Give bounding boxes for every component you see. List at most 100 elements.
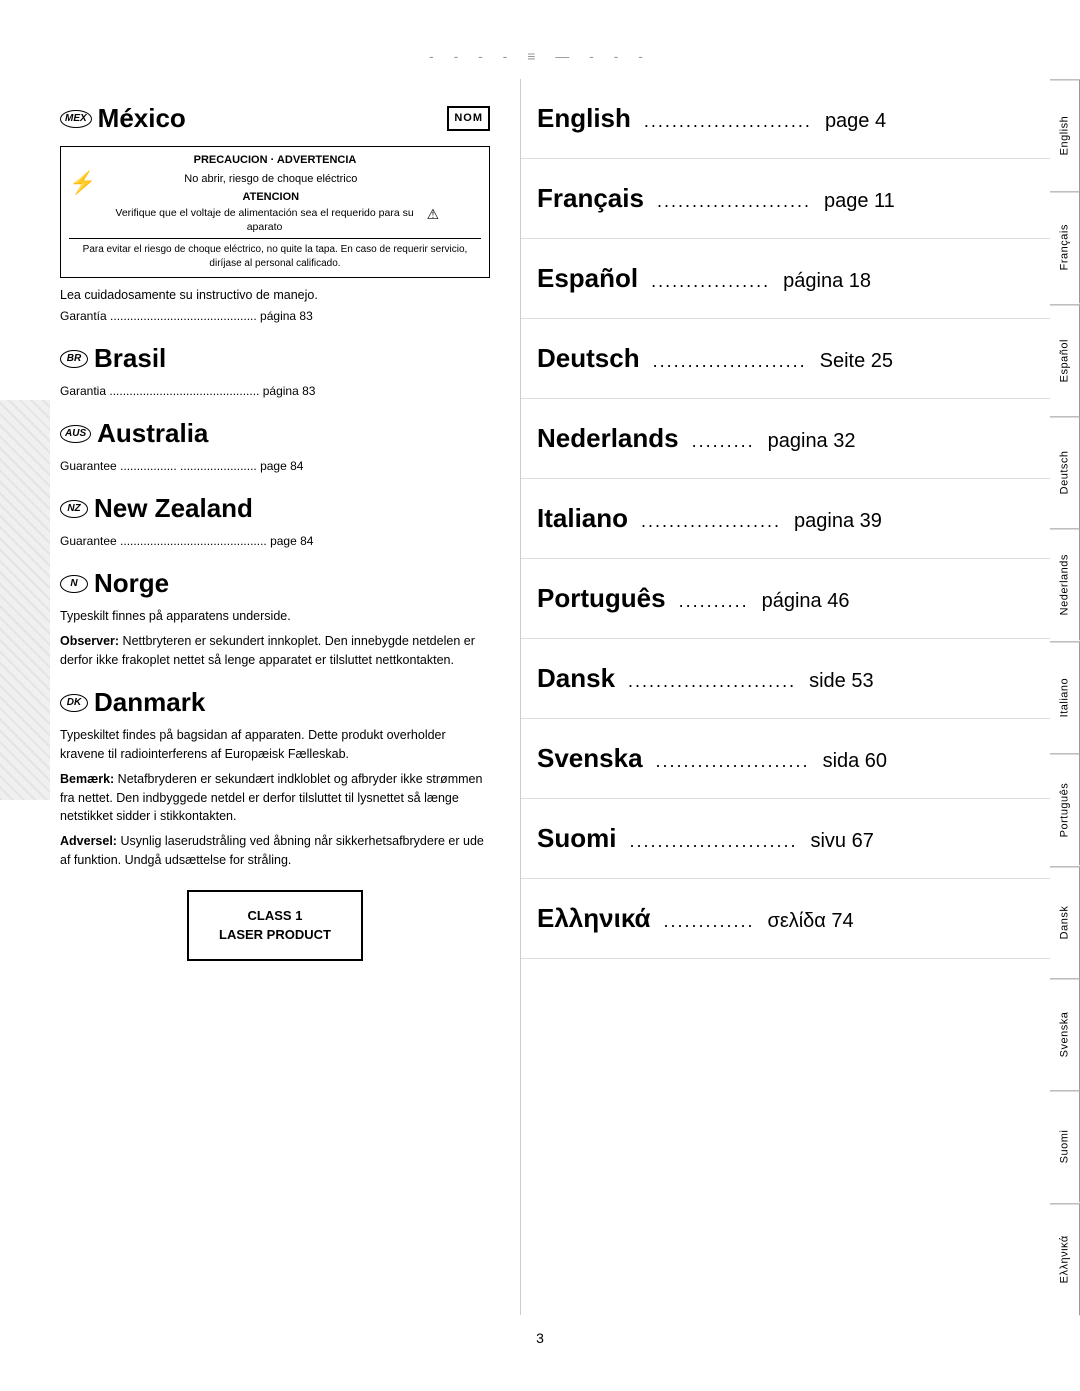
- lang-item: Ελληνικά ............. σελίδα 74: [521, 879, 1050, 959]
- lang-dots: ........................: [637, 111, 819, 131]
- lang-tab: Français: [1050, 191, 1080, 303]
- lang-name: Português: [537, 583, 666, 613]
- adversel-text: Usynlig laserudstråling ved åbning når s…: [60, 834, 484, 867]
- lang-item: Dansk ........................ side 53: [521, 639, 1050, 719]
- norge-header: N Norge: [60, 564, 490, 603]
- bemaerk-label: Bemærk:: [60, 772, 114, 786]
- nz-guarantee: Guarantee ..............................…: [60, 532, 490, 550]
- nz-badge: NZ: [60, 500, 88, 518]
- atencion-text: ATENCION: [102, 190, 439, 204]
- lang-name: Svenska: [537, 743, 643, 773]
- nz-header: NZ New Zealand: [60, 489, 490, 528]
- content-area: MEX México NOM PRECAUCION · ADVERTENCIA …: [0, 79, 1080, 1315]
- lang-dots: ..........: [672, 591, 756, 611]
- para-evitar-text: Para evitar el riesgo de choque eléctric…: [69, 238, 481, 271]
- no-abrir-text: No abrir, riesgo de choque eléctrico: [102, 172, 439, 186]
- lang-name: Italiano: [537, 503, 628, 533]
- laser-box: CLASS 1 LASER PRODUCT: [187, 890, 363, 961]
- lang-tab: Nederlands: [1050, 528, 1080, 640]
- precaucion-text: PRECAUCION · ADVERTENCIA: [69, 153, 481, 168]
- left-column: MEX México NOM PRECAUCION · ADVERTENCIA …: [0, 79, 520, 1315]
- lang-page: side 53: [809, 670, 874, 692]
- lang-page: page 11: [824, 190, 895, 212]
- australia-guarantee: Guarantee ................. ............…: [60, 457, 490, 475]
- top-decoration: - - - - ≡ — - - -: [0, 40, 1080, 79]
- lang-page: page 4: [825, 110, 886, 132]
- lang-tab: Dansk: [1050, 866, 1080, 978]
- lang-item: Español ................. página 18: [521, 239, 1050, 319]
- lang-dots: .............: [656, 911, 761, 931]
- lang-item-content: Dansk ........................ side 53: [537, 663, 1034, 694]
- lang-item-content: Nederlands ......... pagina 32: [537, 423, 1034, 454]
- lang-item-content: Ελληνικά ............. σελίδα 74: [537, 903, 1034, 934]
- norge-badge: N: [60, 575, 88, 593]
- lang-item: Português .......... página 46: [521, 559, 1050, 639]
- lang-tab: Português: [1050, 753, 1080, 865]
- lang-page: sida 60: [823, 750, 888, 772]
- lang-dots: ........................: [622, 831, 804, 851]
- right-column: English ........................ page 4 F…: [520, 79, 1080, 1315]
- lang-item-content: Deutsch ...................... Seite 25: [537, 343, 1034, 374]
- lang-page: pagina 32: [768, 430, 856, 452]
- lang-dots: ....................: [634, 511, 788, 531]
- lang-page: σελίδα 74: [767, 910, 853, 932]
- lang-name: Français: [537, 183, 644, 213]
- mexico-warning-box: PRECAUCION · ADVERTENCIA ⚡ No abrir, rie…: [60, 146, 490, 278]
- lang-name: Español: [537, 263, 638, 293]
- lang-dots: ......................: [650, 191, 818, 211]
- aus-badge: AUS: [60, 425, 91, 443]
- lang-dots: ......................: [649, 751, 817, 771]
- norge-title: Norge: [94, 564, 169, 603]
- lang-dots: .........: [685, 431, 762, 451]
- lang-tab: Suomi: [1050, 1090, 1080, 1202]
- lang-item-content: Svenska ...................... sida 60: [537, 743, 1034, 774]
- brasil-section: BR Brasil Garantia .....................…: [60, 339, 490, 400]
- mexico-title: MEX México: [60, 99, 186, 138]
- lang-tab: Español: [1050, 304, 1080, 416]
- brasil-badge: BR: [60, 350, 88, 368]
- australia-title: Australia: [97, 414, 208, 453]
- lang-dots: ........................: [621, 671, 803, 691]
- lang-name: Dansk: [537, 663, 615, 693]
- norge-section: N Norge Typeskilt finnes på apparatens u…: [60, 564, 490, 669]
- lang-page: página 46: [762, 590, 850, 612]
- aus-header: AUS Australia: [60, 414, 490, 453]
- lang-item-content: Suomi ........................ sivu 67: [537, 823, 1034, 854]
- new-zealand-section: NZ New Zealand Guarantee ...............…: [60, 489, 490, 550]
- brasil-title: Brasil: [94, 339, 166, 378]
- lang-tabs: EnglishFrançaisEspañolDeutschNederlandsI…: [1050, 79, 1080, 1315]
- lang-item: Suomi ........................ sivu 67: [521, 799, 1050, 879]
- dk-text1: Typeskiltet findes på bagsidan af appara…: [60, 726, 490, 764]
- brasil-header: BR Brasil: [60, 339, 490, 378]
- lang-tab: Svenska: [1050, 978, 1080, 1090]
- mexico-title-text: México: [98, 99, 186, 138]
- norge-text1: Typeskilt finnes på apparatens underside…: [60, 607, 490, 626]
- adversel-label: Adversel:: [60, 834, 117, 848]
- dk-bemaerk: Bemærk: Netafbryderen er sekundært indkl…: [60, 770, 490, 826]
- lang-tab: Ελληνικά: [1050, 1203, 1080, 1315]
- warning-text-block: No abrir, riesgo de choque eléctrico ATE…: [102, 172, 439, 234]
- nom-badge: NOM: [447, 106, 490, 131]
- lang-dots: .................: [644, 271, 777, 291]
- bemaerk-text: Netafbryderen er sekundært indkloblet og…: [60, 772, 482, 824]
- language-list: English ........................ page 4 F…: [520, 79, 1050, 1315]
- lea-text: Lea cuidadosamente su instructivo de man…: [60, 286, 490, 305]
- lang-item-content: English ........................ page 4: [537, 103, 1034, 134]
- lang-item: Svenska ...................... sida 60: [521, 719, 1050, 799]
- mexico-badge: MEX: [60, 110, 92, 128]
- lightning-icon: ⚡: [69, 172, 96, 194]
- laser-line2: LASER PRODUCT: [219, 925, 331, 945]
- page: - - - - ≡ — - - - MEX México NOM PRECAUC…: [0, 0, 1080, 1391]
- dk-badge: DK: [60, 694, 88, 712]
- lang-item-content: Italiano .................... pagina 39: [537, 503, 1034, 534]
- verificque-text: Verifique que el voltaje de alimentación…: [102, 207, 439, 234]
- laser-line1: CLASS 1: [219, 906, 331, 926]
- lang-item: Italiano .................... pagina 39: [521, 479, 1050, 559]
- observer-text: Nettbryteren er sekundert innkoplet. Den…: [60, 634, 475, 667]
- page-number: 3: [0, 1315, 1080, 1351]
- norge-text2: Observer: Nettbryteren er sekundert innk…: [60, 632, 490, 670]
- dk-adversel: Adversel: Usynlig laserudstråling ved åb…: [60, 832, 490, 870]
- lang-tab: Deutsch: [1050, 416, 1080, 528]
- lang-item: English ........................ page 4: [521, 79, 1050, 159]
- brasil-garantia: Garantia ...............................…: [60, 382, 490, 400]
